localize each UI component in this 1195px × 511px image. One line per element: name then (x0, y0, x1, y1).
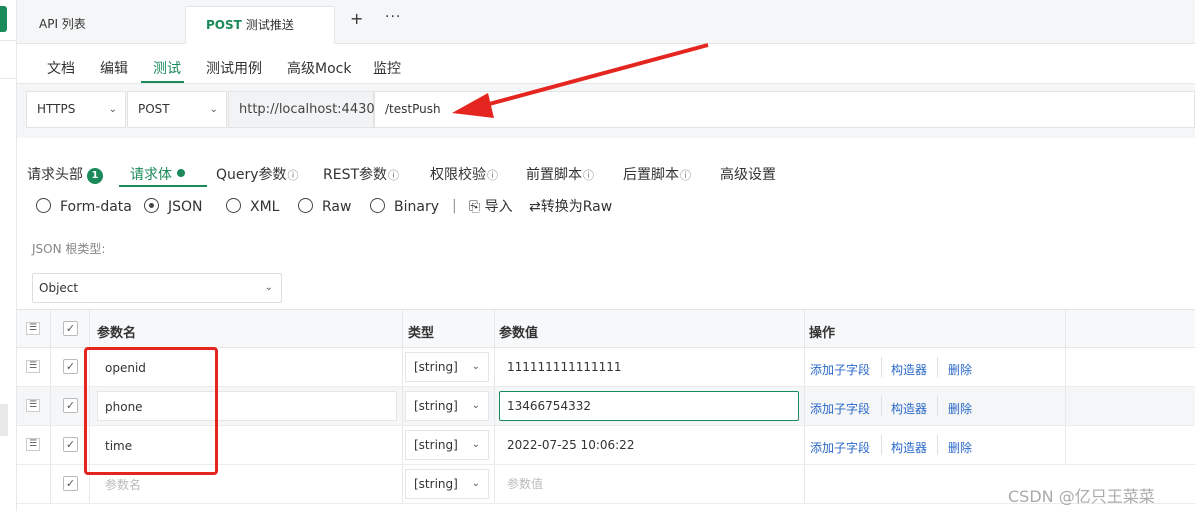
watermark: CSDN @亿只王菜菜 (1008, 487, 1155, 506)
annotation-arrow (452, 43, 709, 118)
api-test-screen: API 列表 POST 测试推送 + ··· 文档 编辑 测试 测试用例 高级Mo… (0, 0, 1195, 511)
